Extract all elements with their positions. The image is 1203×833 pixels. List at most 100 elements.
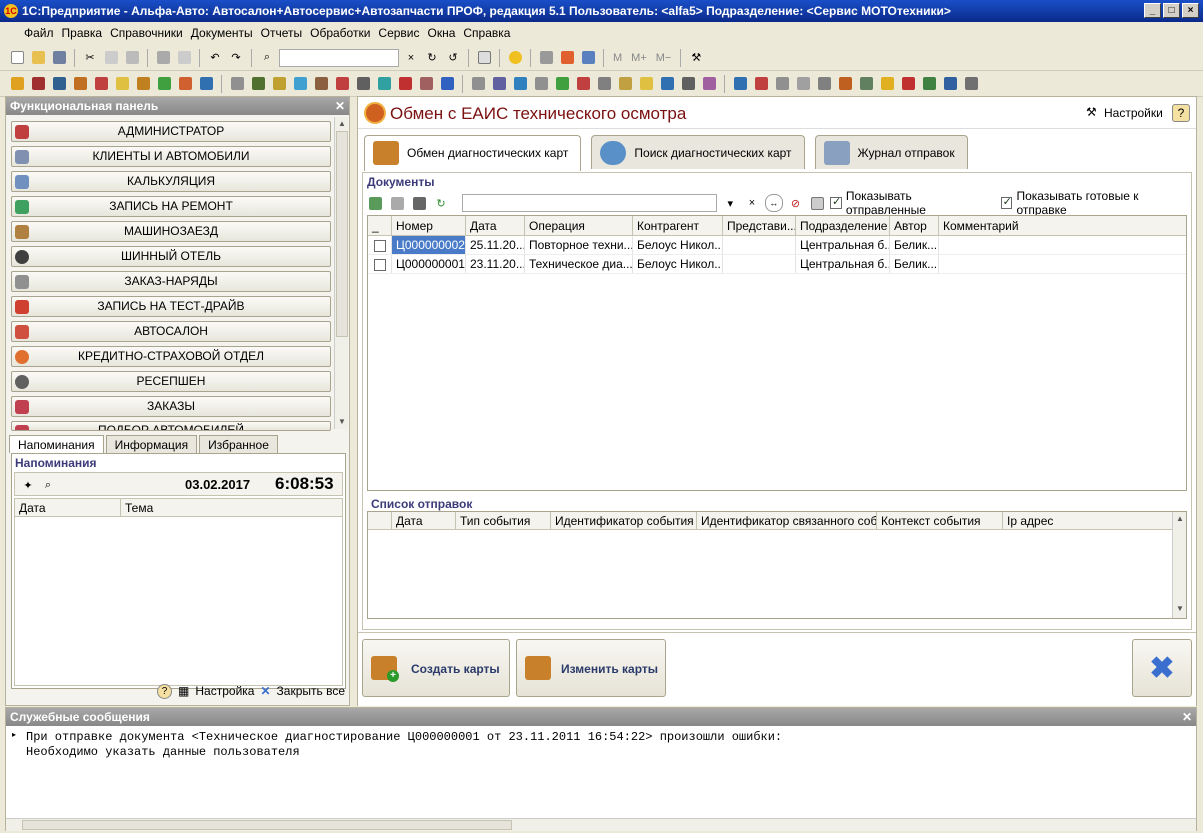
function-shortcut-icon[interactable] (270, 75, 288, 93)
func-calc-button[interactable]: Калькуляция (11, 171, 331, 192)
col-counterparty[interactable]: Контрагент (633, 216, 723, 235)
close-form-button[interactable]: ✖ (1132, 639, 1192, 697)
redo-icon[interactable]: ↷ (227, 49, 245, 67)
function-shortcut-icon[interactable] (113, 75, 131, 93)
function-shortcut-icon[interactable] (941, 75, 959, 93)
change-cards-button[interactable]: Изменить карты (516, 639, 666, 697)
close-window-button[interactable]: × (1182, 3, 1199, 18)
function-shortcut-icon[interactable] (134, 75, 152, 93)
function-shortcut-icon[interactable] (773, 75, 791, 93)
col-topic[interactable]: Тема (121, 499, 342, 516)
quick-search-input[interactable] (279, 48, 399, 67)
range-icon[interactable]: ↔ (764, 194, 783, 212)
function-shortcut-icon[interactable] (616, 75, 634, 93)
reminder-search-icon[interactable]: ⌕ (39, 476, 57, 494)
calendar-icon[interactable] (558, 49, 576, 67)
col-related-event-id[interactable]: Идентификатор связанного соб... (697, 512, 877, 529)
function-shortcut-icon[interactable] (574, 75, 592, 93)
send-list-grid[interactable]: Дата Тип события Идентификатор события И… (367, 511, 1187, 619)
col-mark[interactable]: _ (368, 216, 392, 235)
col-representative[interactable]: Представи... (723, 216, 796, 235)
documents-grid[interactable]: _ Номер Дата Операция Контрагент Предста… (367, 215, 1187, 491)
function-shortcut-icon[interactable] (595, 75, 613, 93)
main-settings-button[interactable]: Настройки (1104, 106, 1163, 120)
refresh-icon[interactable]: ↻ (432, 194, 450, 212)
dropdown-icon[interactable]: ▾ (721, 194, 739, 212)
function-shortcut-icon[interactable] (197, 75, 215, 93)
function-shortcut-icon[interactable] (312, 75, 330, 93)
service-close-icon[interactable]: ✕ (1182, 708, 1192, 726)
function-shortcut-icon[interactable] (815, 75, 833, 93)
func-reception-button[interactable]: Ресепшен (11, 371, 331, 392)
col-number[interactable]: Номер (392, 216, 466, 235)
function-shortcut-icon[interactable] (333, 75, 351, 93)
function-shortcut-icon[interactable] (155, 75, 173, 93)
func-orders-button[interactable]: Заказ-наряды (11, 271, 331, 292)
reminder-pin-icon[interactable]: ✦ (19, 476, 37, 494)
tab-card-exchange[interactable]: Обмен диагностических карт (364, 135, 582, 171)
col-date[interactable]: Дата (15, 499, 121, 516)
close-all-link[interactable]: Закрыть все (277, 684, 345, 698)
function-shortcut-icon[interactable] (396, 75, 414, 93)
function-shortcut-icon[interactable] (836, 75, 854, 93)
find-next-icon[interactable]: ↻ (423, 49, 441, 67)
function-shortcut-icon[interactable] (511, 75, 529, 93)
col-doc-date[interactable]: Дата (466, 216, 525, 235)
col-event-context[interactable]: Контекст события (877, 512, 1003, 529)
col-ip-address[interactable]: Ip адрес (1003, 512, 1163, 529)
col-department[interactable]: Подразделение (796, 216, 890, 235)
help-icon[interactable]: ? (157, 683, 173, 699)
cut-icon[interactable]: ✂ (81, 49, 99, 67)
function-shortcut-icon[interactable] (469, 75, 487, 93)
function-shortcut-icon[interactable] (637, 75, 655, 93)
scroll-thumb[interactable] (336, 131, 348, 337)
menu-reports[interactable]: Отчеты (257, 26, 306, 40)
row-checkbox[interactable] (373, 258, 386, 271)
undo-icon[interactable]: ↶ (206, 49, 224, 67)
menu-documents[interactable]: Документы (187, 26, 257, 40)
function-shortcut-icon[interactable] (490, 75, 508, 93)
doc-filter-input[interactable] (461, 194, 718, 212)
open-icon[interactable] (29, 49, 47, 67)
reminders-grid[interactable]: Дата Тема (14, 498, 343, 686)
function-shortcut-icon[interactable] (920, 75, 938, 93)
function-shortcut-icon[interactable] (731, 75, 749, 93)
function-shortcut-icon[interactable] (249, 75, 267, 93)
scroll-up-icon[interactable]: ▲ (1173, 512, 1187, 526)
print-icon[interactable] (154, 49, 172, 67)
function-shortcut-icon[interactable] (857, 75, 875, 93)
menu-edit[interactable]: Правка (58, 26, 107, 40)
scroll-down-icon[interactable]: ▼ (335, 415, 349, 429)
hscroll-thumb[interactable] (22, 820, 512, 830)
func-booking-button[interactable]: Запись на ремонт (11, 196, 331, 217)
find-prev-icon[interactable]: ↺ (444, 49, 462, 67)
info-icon[interactable] (506, 49, 524, 67)
function-shortcut-icon[interactable] (679, 75, 697, 93)
func-showroom-button[interactable]: Автосалон (11, 321, 331, 342)
tab-send-log[interactable]: Журнал отправок (814, 135, 968, 169)
row-checkbox[interactable] (373, 239, 386, 252)
filter-off-icon[interactable]: ⊘ (787, 194, 805, 212)
col-comment[interactable]: Комментарий (939, 216, 1186, 235)
windows-icon[interactable] (475, 49, 493, 67)
menu-help[interactable]: Справка (459, 26, 514, 40)
function-shortcut-icon[interactable] (71, 75, 89, 93)
copy-icon[interactable] (102, 49, 120, 67)
tab-card-search[interactable]: Поиск диагностических карт (591, 135, 805, 169)
function-shortcut-icon[interactable] (92, 75, 110, 93)
table-row[interactable]: Ц000000002 25.11.20... Повторное техни..… (368, 236, 1186, 255)
doc-copy-icon[interactable] (389, 194, 407, 212)
function-shortcut-icon[interactable] (291, 75, 309, 93)
func-tire-hotel-button[interactable]: Шинный отель (11, 246, 331, 267)
tab-favorites[interactable]: Избранное (199, 435, 278, 453)
memory-plus-button[interactable]: M+ (628, 52, 650, 64)
service-hscrollbar[interactable] (6, 818, 1196, 831)
function-shortcut-icon[interactable] (50, 75, 68, 93)
function-shortcut-icon[interactable] (532, 75, 550, 93)
message-expand-icon[interactable]: ▸ (12, 730, 16, 739)
preview-icon[interactable] (175, 49, 193, 67)
new-doc-icon[interactable] (8, 49, 26, 67)
function-shortcut-icon[interactable] (794, 75, 812, 93)
col-event-type[interactable]: Тип события (456, 512, 551, 529)
col-event-id[interactable]: Идентификатор события (551, 512, 697, 529)
